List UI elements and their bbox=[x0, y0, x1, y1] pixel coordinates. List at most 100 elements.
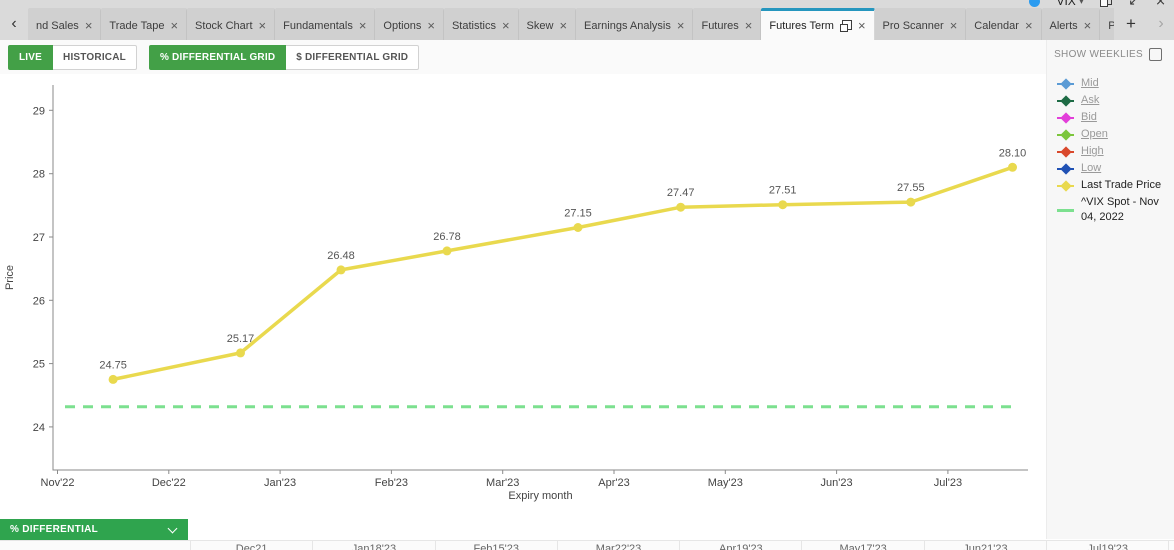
legend-marker-icon bbox=[1057, 162, 1074, 175]
tab-label: Earnings Analysis bbox=[584, 19, 671, 32]
futures-term-chart: 24 25 26 27 28 29 Nov'22 Dec'22 Jan'23 Feb'23 Mar'… bbox=[4, 85, 1028, 502]
tab-label: Futures Term bbox=[769, 19, 834, 32]
popout-window-icon[interactable] bbox=[1100, 0, 1113, 7]
tab-close-icon[interactable]: × bbox=[85, 19, 93, 32]
legend-item-label: ^VIX Spot - Nov 04, 2022 bbox=[1081, 196, 1159, 223]
window-titlebar: VIX ▼ ↙ × bbox=[1029, 0, 1166, 12]
data-point[interactable] bbox=[442, 246, 452, 256]
add-tab-button[interactable]: + bbox=[1114, 8, 1148, 40]
tab-close-icon[interactable]: × bbox=[427, 19, 435, 32]
legend-item-bid[interactable]: Bid bbox=[1057, 109, 1174, 126]
chart-toolbar: LIVE HISTORICAL % DIFFERENTIAL GRID $ DI… bbox=[0, 40, 1046, 74]
tab-close-icon[interactable]: × bbox=[502, 19, 510, 32]
symbol-dropdown-caret-icon: ▼ bbox=[1078, 0, 1085, 5]
tab-close-icon[interactable]: × bbox=[259, 19, 267, 32]
tab-alerts[interactable]: Alerts × bbox=[1041, 8, 1101, 40]
tab-close-icon[interactable]: × bbox=[170, 19, 178, 32]
tab-close-icon[interactable]: × bbox=[1084, 19, 1092, 32]
data-point-label: 27.51 bbox=[769, 185, 797, 197]
legend-marker-icon bbox=[1057, 77, 1074, 90]
futures-term-window: { "window": { "symbol": "VIX" }, "tabbar… bbox=[0, 0, 1174, 550]
data-point-label: 27.15 bbox=[564, 208, 592, 220]
data-point[interactable] bbox=[1008, 162, 1017, 172]
legend-item-vix-spot-nov-04-2022[interactable]: ^VIX Spot - Nov 04, 2022 bbox=[1057, 194, 1174, 226]
tab-close-icon[interactable]: × bbox=[1025, 19, 1033, 32]
chart-area: 24 25 26 27 28 29 Nov'22 Dec'22 Jan'23 Feb'23 Mar'… bbox=[0, 74, 1046, 539]
data-point-label: 25.17 bbox=[227, 333, 255, 345]
chevron-down-icon bbox=[167, 523, 178, 533]
y-tick-label: 24 bbox=[33, 422, 45, 434]
tab-scroll-left-button[interactable]: ‹ bbox=[0, 8, 28, 40]
grid-date-header: Jul19'23 bbox=[1047, 541, 1170, 550]
tab-skew[interactable]: Skew × bbox=[518, 8, 577, 40]
grid-header-spacer bbox=[0, 541, 191, 550]
window-close-icon[interactable]: × bbox=[1155, 0, 1166, 8]
differential-dropdown[interactable]: % DIFFERENTIAL bbox=[0, 519, 188, 540]
legend-item-label: Last Trade Price bbox=[1081, 179, 1162, 192]
legend-item-open[interactable]: Open bbox=[1057, 126, 1174, 143]
tab-bar: ‹ nd Sales × Trade Tape × Stock Chart × Fundam… bbox=[0, 0, 1174, 40]
last-trade-price-line bbox=[111, 165, 1015, 382]
legend-item-ask[interactable]: Ask bbox=[1057, 92, 1174, 109]
data-point[interactable] bbox=[676, 202, 686, 212]
y-tick-label: 29 bbox=[33, 105, 45, 117]
legend-item-low[interactable]: Low bbox=[1057, 160, 1174, 177]
tab-positions[interactable]: Positions× bbox=[1100, 8, 1114, 40]
live-button[interactable]: LIVE bbox=[8, 44, 54, 70]
data-point[interactable] bbox=[336, 265, 346, 275]
tab-label: Futures bbox=[701, 19, 739, 32]
grid-date-header: May17'23 bbox=[802, 541, 925, 550]
show-weeklies-label: SHOW WEEKLIES bbox=[1054, 49, 1143, 60]
y-tick-label: 25 bbox=[33, 359, 45, 371]
data-point[interactable] bbox=[778, 200, 788, 210]
tab-close-icon[interactable]: × bbox=[359, 19, 367, 32]
data-point[interactable] bbox=[906, 197, 916, 207]
grid-date-header: Jan18'23 bbox=[313, 541, 436, 550]
status-dot-icon bbox=[1029, 0, 1041, 7]
data-point[interactable] bbox=[108, 374, 118, 384]
tab-close-icon[interactable]: × bbox=[559, 19, 567, 32]
tab-label: Stock Chart bbox=[195, 19, 253, 32]
data-point-label: 26.78 bbox=[433, 231, 461, 243]
tab-close-icon[interactable]: × bbox=[745, 19, 753, 32]
tab-calendar[interactable]: Calendar × bbox=[966, 8, 1042, 40]
tab-pro-scanner[interactable]: Pro Scanner × bbox=[874, 8, 967, 40]
legend-panel: SHOW WEEKLIES Mid Ask Bid Open High Low Last T… bbox=[1046, 40, 1174, 539]
tab-scroll-right-button[interactable]: › bbox=[1148, 8, 1174, 40]
dollar-differential-grid-button[interactable]: $ DIFFERENTIAL GRID bbox=[286, 44, 420, 70]
legend-item-mid[interactable]: Mid bbox=[1057, 75, 1174, 92]
grid-date-header: Dec21 bbox=[191, 541, 314, 550]
data-point[interactable] bbox=[236, 348, 245, 358]
tab-close-icon[interactable]: × bbox=[677, 19, 685, 32]
show-weeklies-checkbox[interactable] bbox=[1149, 48, 1162, 61]
x-tick-label: Nov'22 bbox=[41, 477, 75, 489]
legend-item-label: Mid bbox=[1081, 77, 1099, 90]
tab-earnings-analysis[interactable]: Earnings Analysis × bbox=[576, 8, 694, 40]
x-tick-label: Apr'23 bbox=[598, 477, 629, 489]
tab-stock-chart[interactable]: Stock Chart × bbox=[187, 8, 276, 40]
legend-marker-icon bbox=[1057, 145, 1074, 158]
live-historical-toggle: LIVE HISTORICAL bbox=[8, 44, 137, 70]
tab-close-icon[interactable]: × bbox=[950, 19, 958, 32]
tab-futures-term[interactable]: Futures Term × bbox=[761, 8, 875, 40]
tab-nd-sales[interactable]: nd Sales × bbox=[28, 8, 102, 40]
tab-label: Statistics bbox=[451, 19, 496, 32]
tab-fundamentals[interactable]: Fundamentals × bbox=[275, 8, 376, 40]
tab-options[interactable]: Options × bbox=[375, 8, 444, 40]
tab-popout-icon[interactable] bbox=[839, 19, 852, 32]
tab-trade-tape[interactable]: Trade Tape × bbox=[101, 8, 188, 40]
historical-button[interactable]: HISTORICAL bbox=[53, 44, 137, 70]
tab-close-icon[interactable]: × bbox=[858, 19, 866, 32]
tab-statistics[interactable]: Statistics × bbox=[443, 8, 519, 40]
legend-item-label: Open bbox=[1081, 128, 1108, 141]
tab-futures[interactable]: Futures × bbox=[693, 8, 762, 40]
symbol-selector[interactable]: VIX ▼ bbox=[1056, 0, 1084, 8]
data-point[interactable] bbox=[573, 223, 583, 232]
legend-item-high[interactable]: High bbox=[1057, 143, 1174, 160]
legend-item-last-trade-price[interactable]: Last Trade Price bbox=[1057, 177, 1174, 194]
percent-differential-grid-button[interactable]: % DIFFERENTIAL GRID bbox=[148, 44, 287, 70]
symbol-label: VIX bbox=[1056, 0, 1076, 8]
legend-marker-icon bbox=[1057, 111, 1074, 124]
dock-arrow-icon[interactable]: ↙ bbox=[1128, 0, 1139, 8]
data-point-label: 27.55 bbox=[897, 182, 925, 194]
